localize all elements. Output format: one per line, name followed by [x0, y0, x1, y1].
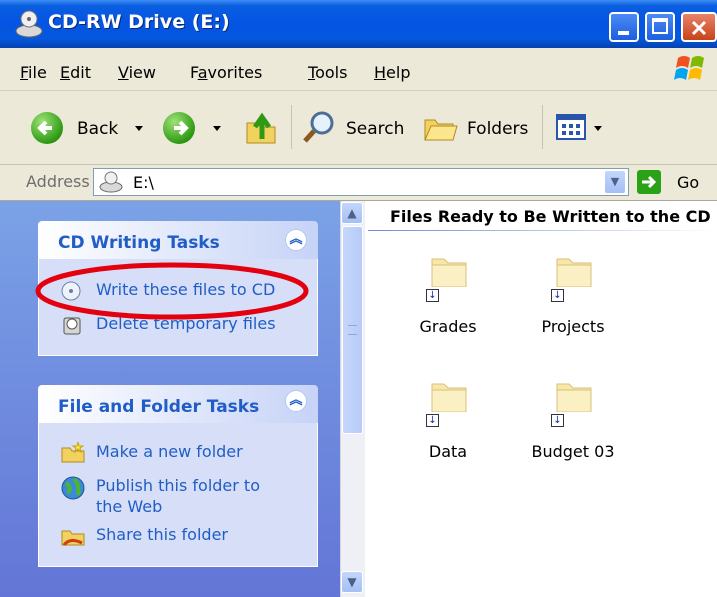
- folder-icon: [556, 258, 592, 287]
- cd-tasks-header[interactable]: CD Writing Tasks ︽: [38, 221, 318, 259]
- folder-icon: [431, 258, 467, 287]
- folder-name: Grades: [419, 317, 477, 336]
- toolbar-separator: [291, 105, 292, 149]
- folder-icon: [431, 383, 467, 412]
- scroll-thumb[interactable]: [342, 226, 363, 434]
- make-new-folder-link[interactable]: Make a new folder: [60, 440, 300, 464]
- collapse-icon[interactable]: ︽: [285, 229, 307, 251]
- address-value: E:\: [133, 173, 154, 192]
- go-label: Go: [677, 173, 700, 192]
- share-folder-link[interactable]: Share this folder: [60, 523, 300, 547]
- address-field[interactable]: [93, 168, 629, 196]
- group-divider: [368, 230, 717, 231]
- address-label: Address: [26, 172, 90, 191]
- file-tasks-title: File and Folder Tasks: [58, 397, 260, 417]
- folders-label: Folders: [467, 119, 529, 139]
- new-folder-icon: [61, 441, 85, 463]
- publish-web-icon: [61, 476, 85, 500]
- folders-button[interactable]: Folders: [423, 108, 538, 146]
- search-label: Search: [346, 119, 405, 139]
- minimize-icon: [618, 31, 629, 35]
- address-dropdown-button[interactable]: ▼: [604, 170, 626, 194]
- maximize-button[interactable]: [645, 12, 675, 42]
- task-label: Share this folder: [96, 525, 228, 544]
- folder-name: Budget 03: [531, 442, 615, 461]
- scroll-up-button[interactable]: ▲: [341, 202, 363, 224]
- pending-write-icon: ↓: [426, 414, 439, 427]
- menu-bar: [0, 48, 717, 91]
- go-arrow-icon: [637, 170, 661, 194]
- folder-icon: [556, 383, 592, 412]
- views-dropdown-icon[interactable]: [594, 126, 602, 131]
- views-button[interactable]: [556, 113, 608, 143]
- cd-drive-icon: [15, 10, 43, 38]
- highlight-ellipse: [35, 262, 309, 320]
- folder-item[interactable]: ↓ Grades: [388, 255, 508, 340]
- cd-tasks-title: CD Writing Tasks: [58, 233, 220, 253]
- file-tasks-header[interactable]: File and Folder Tasks ︽: [38, 385, 318, 423]
- minimize-button[interactable]: [609, 12, 639, 42]
- scroll-down-button[interactable]: ▼: [341, 571, 363, 593]
- pending-write-icon: ↓: [551, 414, 564, 427]
- forward-arrow-icon: [163, 112, 195, 144]
- menu-view[interactable]: View: [118, 63, 156, 82]
- toolbar-separator: [542, 105, 543, 149]
- folder-item[interactable]: ↓ Projects: [513, 255, 633, 340]
- views-icon: [556, 114, 586, 140]
- back-arrow-icon: [31, 112, 63, 144]
- maximize-icon: [652, 18, 668, 34]
- menu-tools[interactable]: Tools: [308, 63, 347, 82]
- back-button[interactable]: Back: [31, 112, 161, 146]
- cd-drive-small-icon: [99, 171, 123, 193]
- menu-file[interactable]: File: [20, 63, 47, 82]
- task-label: Make a new folder: [96, 442, 243, 461]
- up-folder-button[interactable]: [243, 109, 279, 147]
- forward-dropdown-icon[interactable]: [213, 126, 221, 131]
- group-header: Files Ready to Be Written to the CD: [390, 207, 711, 226]
- menu-favorites[interactable]: Favorites: [190, 63, 262, 82]
- forward-button[interactable]: [163, 112, 223, 146]
- menu-edit[interactable]: Edit: [60, 63, 91, 82]
- folder-item[interactable]: ↓ Budget 03: [513, 380, 633, 465]
- folder-item[interactable]: ↓ Data: [388, 380, 508, 465]
- folder-name: Projects: [541, 317, 605, 336]
- windows-logo-icon: [674, 56, 704, 80]
- task-label: Publish this folder to the Web: [96, 476, 260, 516]
- collapse-icon[interactable]: ︽: [285, 390, 307, 412]
- go-button[interactable]: Go: [637, 168, 713, 196]
- back-label: Back: [77, 119, 119, 139]
- back-dropdown-icon[interactable]: [135, 126, 143, 131]
- close-icon: [691, 20, 707, 36]
- search-button[interactable]: Search: [302, 108, 412, 146]
- menu-help[interactable]: Help: [374, 63, 410, 82]
- grip-icon: [348, 325, 357, 335]
- search-icon: [303, 111, 334, 143]
- folder-name: Data: [428, 442, 468, 461]
- folders-icon: [424, 119, 458, 141]
- pending-write-icon: ↓: [426, 289, 439, 302]
- window-title: CD-RW Drive (E:): [48, 11, 230, 33]
- publish-folder-link[interactable]: Publish this folder to the Web: [60, 473, 300, 519]
- close-button[interactable]: [681, 12, 717, 42]
- pending-write-icon: ↓: [551, 289, 564, 302]
- share-folder-icon: [61, 530, 85, 546]
